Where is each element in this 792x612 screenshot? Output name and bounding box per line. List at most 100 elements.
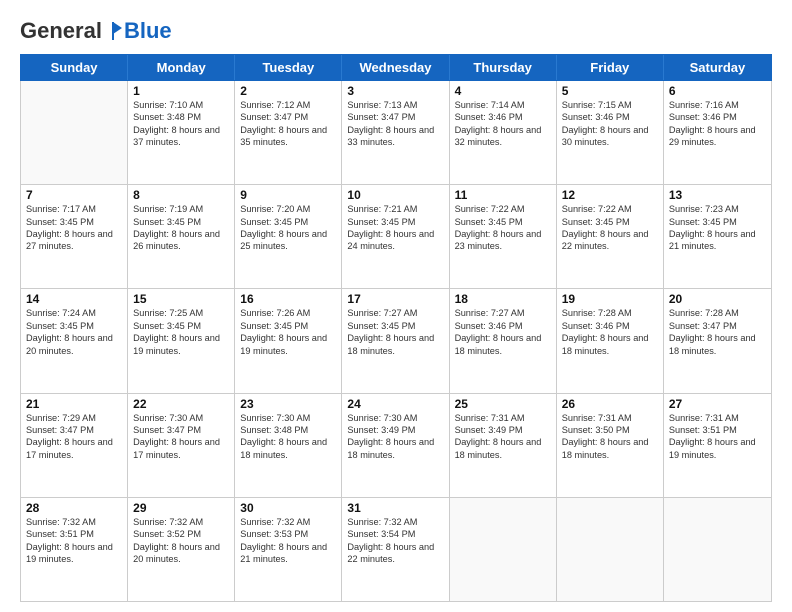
daylight-hours: Daylight: 8 hours and 30 minutes. (562, 124, 658, 149)
logo-icon (102, 20, 124, 42)
day-number: 15 (133, 292, 229, 306)
sunrise-time: Sunrise: 7:30 AM (347, 412, 443, 424)
sunset-time: Sunset: 3:45 PM (347, 320, 443, 332)
sunrise-time: Sunrise: 7:22 AM (455, 203, 551, 215)
calendar-cell: 15Sunrise: 7:25 AMSunset: 3:45 PMDayligh… (128, 289, 235, 392)
sunrise-time: Sunrise: 7:31 AM (669, 412, 766, 424)
calendar-cell: 16Sunrise: 7:26 AMSunset: 3:45 PMDayligh… (235, 289, 342, 392)
calendar-row-5: 28Sunrise: 7:32 AMSunset: 3:51 PMDayligh… (21, 498, 771, 601)
sunrise-time: Sunrise: 7:30 AM (240, 412, 336, 424)
sunset-time: Sunset: 3:47 PM (133, 424, 229, 436)
sunset-time: Sunset: 3:45 PM (240, 216, 336, 228)
sunrise-time: Sunrise: 7:13 AM (347, 99, 443, 111)
sunrise-time: Sunrise: 7:20 AM (240, 203, 336, 215)
calendar-cell (557, 498, 664, 601)
sunset-time: Sunset: 3:54 PM (347, 528, 443, 540)
daylight-hours: Daylight: 8 hours and 26 minutes. (133, 228, 229, 253)
daylight-hours: Daylight: 8 hours and 37 minutes. (133, 124, 229, 149)
day-number: 12 (562, 188, 658, 202)
daylight-hours: Daylight: 8 hours and 33 minutes. (347, 124, 443, 149)
page: GeneralBlue SundayMondayTuesdayWednesday… (0, 0, 792, 612)
day-number: 8 (133, 188, 229, 202)
sunset-time: Sunset: 3:46 PM (562, 111, 658, 123)
sunrise-time: Sunrise: 7:12 AM (240, 99, 336, 111)
calendar-cell: 21Sunrise: 7:29 AMSunset: 3:47 PMDayligh… (21, 394, 128, 497)
day-number: 24 (347, 397, 443, 411)
logo-general: General (20, 18, 102, 44)
calendar-cell: 20Sunrise: 7:28 AMSunset: 3:47 PMDayligh… (664, 289, 771, 392)
sunrise-time: Sunrise: 7:29 AM (26, 412, 122, 424)
day-number: 10 (347, 188, 443, 202)
daylight-hours: Daylight: 8 hours and 20 minutes. (133, 541, 229, 566)
sunrise-time: Sunrise: 7:24 AM (26, 307, 122, 319)
sunrise-time: Sunrise: 7:31 AM (455, 412, 551, 424)
sunrise-time: Sunrise: 7:28 AM (669, 307, 766, 319)
sunrise-time: Sunrise: 7:16 AM (669, 99, 766, 111)
sunset-time: Sunset: 3:50 PM (562, 424, 658, 436)
calendar-row-3: 14Sunrise: 7:24 AMSunset: 3:45 PMDayligh… (21, 289, 771, 393)
day-number: 7 (26, 188, 122, 202)
sunset-time: Sunset: 3:45 PM (26, 320, 122, 332)
day-number: 11 (455, 188, 551, 202)
daylight-hours: Daylight: 8 hours and 18 minutes. (347, 436, 443, 461)
day-number: 16 (240, 292, 336, 306)
day-number: 1 (133, 84, 229, 98)
daylight-hours: Daylight: 8 hours and 22 minutes. (347, 541, 443, 566)
sunrise-time: Sunrise: 7:32 AM (347, 516, 443, 528)
daylight-hours: Daylight: 8 hours and 27 minutes. (26, 228, 122, 253)
day-number: 9 (240, 188, 336, 202)
daylight-hours: Daylight: 8 hours and 23 minutes. (455, 228, 551, 253)
calendar-cell: 11Sunrise: 7:22 AMSunset: 3:45 PMDayligh… (450, 185, 557, 288)
daylight-hours: Daylight: 8 hours and 35 minutes. (240, 124, 336, 149)
sunset-time: Sunset: 3:46 PM (455, 320, 551, 332)
daylight-hours: Daylight: 8 hours and 17 minutes. (133, 436, 229, 461)
sunset-time: Sunset: 3:51 PM (26, 528, 122, 540)
calendar-cell (21, 81, 128, 184)
calendar-cell: 19Sunrise: 7:28 AMSunset: 3:46 PMDayligh… (557, 289, 664, 392)
calendar-cell: 4Sunrise: 7:14 AMSunset: 3:46 PMDaylight… (450, 81, 557, 184)
sunrise-time: Sunrise: 7:32 AM (26, 516, 122, 528)
sunrise-time: Sunrise: 7:32 AM (133, 516, 229, 528)
day-number: 6 (669, 84, 766, 98)
calendar-cell: 18Sunrise: 7:27 AMSunset: 3:46 PMDayligh… (450, 289, 557, 392)
sunset-time: Sunset: 3:45 PM (347, 216, 443, 228)
day-number: 30 (240, 501, 336, 515)
sunset-time: Sunset: 3:49 PM (347, 424, 443, 436)
calendar-cell: 30Sunrise: 7:32 AMSunset: 3:53 PMDayligh… (235, 498, 342, 601)
sunrise-time: Sunrise: 7:21 AM (347, 203, 443, 215)
sunrise-time: Sunrise: 7:15 AM (562, 99, 658, 111)
weekday-header-tuesday: Tuesday (235, 55, 342, 80)
sunrise-time: Sunrise: 7:28 AM (562, 307, 658, 319)
calendar-cell: 27Sunrise: 7:31 AMSunset: 3:51 PMDayligh… (664, 394, 771, 497)
day-number: 17 (347, 292, 443, 306)
sunset-time: Sunset: 3:45 PM (26, 216, 122, 228)
sunset-time: Sunset: 3:53 PM (240, 528, 336, 540)
day-number: 19 (562, 292, 658, 306)
sunset-time: Sunset: 3:48 PM (133, 111, 229, 123)
daylight-hours: Daylight: 8 hours and 18 minutes. (562, 332, 658, 357)
sunset-time: Sunset: 3:46 PM (562, 320, 658, 332)
daylight-hours: Daylight: 8 hours and 20 minutes. (26, 332, 122, 357)
weekday-header-thursday: Thursday (450, 55, 557, 80)
sunrise-time: Sunrise: 7:25 AM (133, 307, 229, 319)
daylight-hours: Daylight: 8 hours and 19 minutes. (133, 332, 229, 357)
day-number: 13 (669, 188, 766, 202)
daylight-hours: Daylight: 8 hours and 17 minutes. (26, 436, 122, 461)
calendar-cell: 14Sunrise: 7:24 AMSunset: 3:45 PMDayligh… (21, 289, 128, 392)
sunrise-time: Sunrise: 7:27 AM (455, 307, 551, 319)
day-number: 28 (26, 501, 122, 515)
sunset-time: Sunset: 3:46 PM (669, 111, 766, 123)
daylight-hours: Daylight: 8 hours and 18 minutes. (455, 332, 551, 357)
daylight-hours: Daylight: 8 hours and 18 minutes. (240, 436, 336, 461)
daylight-hours: Daylight: 8 hours and 29 minutes. (669, 124, 766, 149)
calendar-cell: 25Sunrise: 7:31 AMSunset: 3:49 PMDayligh… (450, 394, 557, 497)
calendar-cell: 6Sunrise: 7:16 AMSunset: 3:46 PMDaylight… (664, 81, 771, 184)
calendar: SundayMondayTuesdayWednesdayThursdayFrid… (20, 54, 772, 602)
sunrise-time: Sunrise: 7:23 AM (669, 203, 766, 215)
sunrise-time: Sunrise: 7:22 AM (562, 203, 658, 215)
sunset-time: Sunset: 3:47 PM (347, 111, 443, 123)
daylight-hours: Daylight: 8 hours and 19 minutes. (240, 332, 336, 357)
calendar-cell: 3Sunrise: 7:13 AMSunset: 3:47 PMDaylight… (342, 81, 449, 184)
calendar-cell: 7Sunrise: 7:17 AMSunset: 3:45 PMDaylight… (21, 185, 128, 288)
sunset-time: Sunset: 3:49 PM (455, 424, 551, 436)
